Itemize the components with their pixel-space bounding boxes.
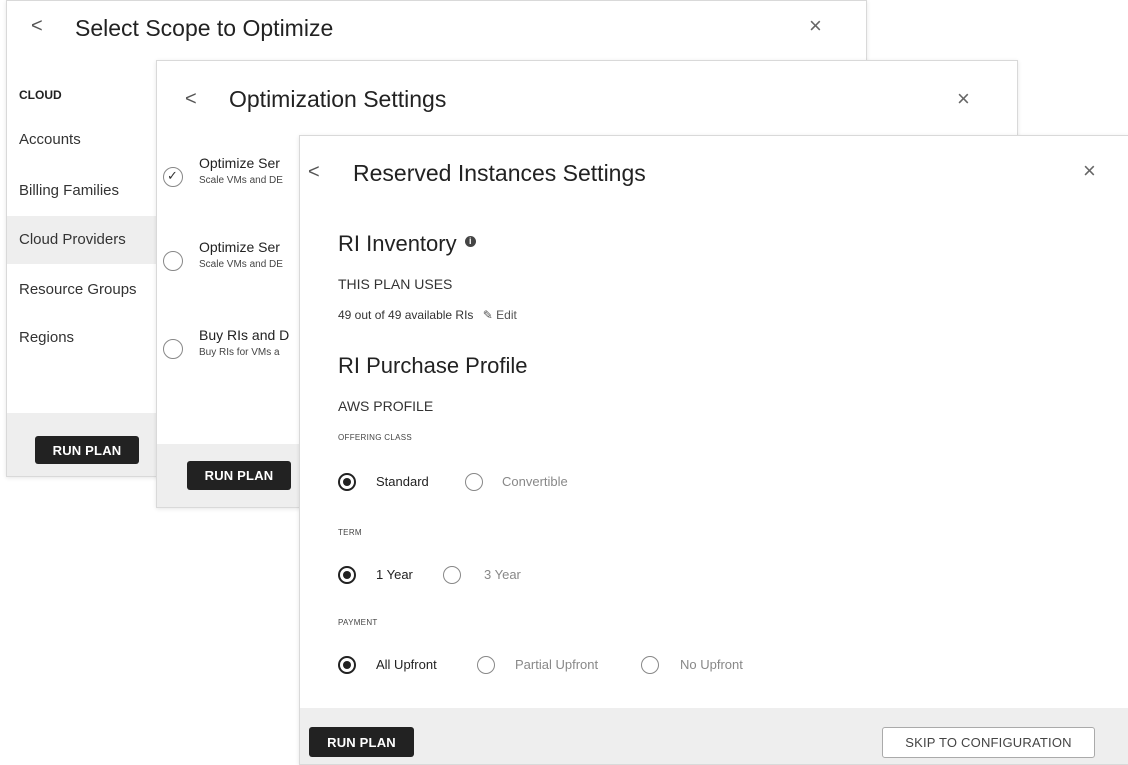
run-plan-button[interactable]: RUN PLAN [187,461,291,490]
radio-label-all-upfront[interactable]: All Upfront [376,657,437,672]
nav-item-resource-groups[interactable]: Resource Groups [7,266,157,314]
radio-label-standard[interactable]: Standard [376,474,429,489]
pencil-icon: ✎ [482,308,493,322]
ri-usage-row: 49 out of 49 available RIs ✎ Edit [338,308,517,322]
offering-class-label: OFFERING CLASS [338,433,412,442]
edit-label: Edit [496,308,517,322]
ri-purchase-profile-heading: RI Purchase Profile [338,353,528,378]
radio-label-1-year[interactable]: 1 Year [376,567,413,582]
ri-usage-text: 49 out of 49 available RIs [338,308,474,322]
run-plan-button[interactable]: RUN PLAN [309,727,414,757]
radio-all-upfront[interactable] [338,656,356,674]
close-icon[interactable]: × [957,88,970,110]
scope-panel-title: Select Scope to Optimize [75,15,334,41]
this-plan-uses-label: THIS PLAN USES [338,276,453,292]
nav-item-cloud-providers[interactable]: Cloud Providers [7,216,157,264]
aws-profile-label: AWS PROFILE [338,398,434,414]
radio-partial-upfront[interactable] [477,656,495,674]
option-subtitle: Buy RIs for VMs a [199,347,280,358]
nav-item-regions[interactable]: Regions [7,314,157,362]
payment-label: PAYMENT [338,618,378,627]
radio-convertible[interactable] [465,473,483,491]
close-icon[interactable]: × [809,15,822,37]
ri-panel-title: Reserved Instances Settings [353,160,646,186]
radio-standard[interactable] [338,473,356,491]
radio-label-partial-upfront[interactable]: Partial Upfront [515,657,598,672]
option-subtitle: Scale VMs and DE [199,259,283,270]
radio-1-year[interactable] [338,566,356,584]
radio-no-upfront[interactable] [641,656,659,674]
radio-3-year[interactable] [443,566,461,584]
info-icon[interactable]: i [464,236,476,247]
radio-circle-icon[interactable] [163,339,183,359]
radio-circle-icon[interactable] [163,251,183,271]
skip-to-configuration-button[interactable]: SKIP TO CONFIGURATION [882,727,1095,758]
option-title: Optimize Ser [199,239,280,255]
check-circle-icon[interactable] [163,167,183,187]
reserved-instances-panel: < Reserved Instances Settings × RI Inven… [299,135,1128,765]
option-subtitle: Scale VMs and DE [199,175,283,186]
option-title: Optimize Ser [199,155,280,171]
radio-label-no-upfront[interactable]: No Upfront [680,657,743,672]
ri-panel-footer: RUN PLAN SKIP TO CONFIGURATION [300,708,1128,764]
edit-link[interactable]: ✎ Edit [483,308,517,322]
nav-heading-cloud: CLOUD [19,88,62,102]
back-icon[interactable]: < [31,15,43,38]
optimization-panel-title: Optimization Settings [229,86,447,112]
back-icon[interactable]: < [308,161,320,184]
run-plan-button[interactable]: RUN PLAN [35,436,139,464]
option-title: Buy RIs and D [199,327,290,343]
radio-label-3-year[interactable]: 3 Year [484,567,521,582]
radio-label-convertible[interactable]: Convertible [502,474,568,489]
term-label: TERM [338,528,362,537]
close-icon[interactable]: × [1083,160,1096,182]
ri-inventory-heading-text: RI Inventory [338,231,457,256]
ri-inventory-heading: RI Inventory i [338,231,476,257]
nav-item-accounts[interactable]: Accounts [7,116,157,164]
nav-item-billing-families[interactable]: Billing Families [7,167,157,215]
back-icon[interactable]: < [185,88,197,111]
